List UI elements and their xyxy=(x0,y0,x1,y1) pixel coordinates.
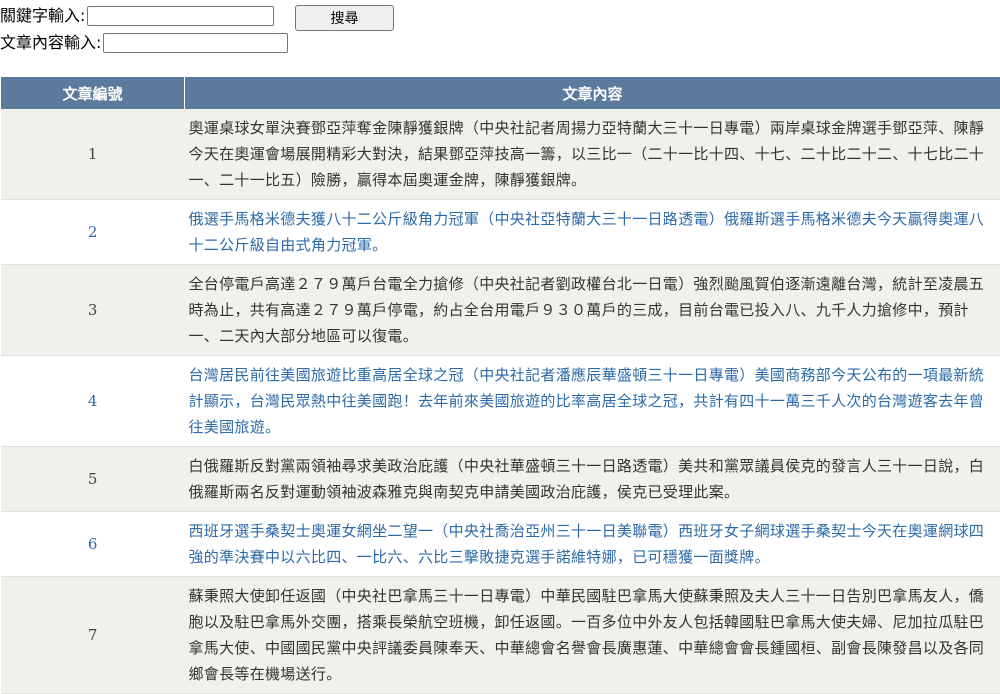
table-row: 5 白俄羅斯反對黨兩領袖尋求美政治庇護（中央社華盛頓三十一日路透電）美共和黨眾議… xyxy=(1,447,1000,512)
content-input[interactable] xyxy=(103,33,288,53)
table-row: 6 西班牙選手桑契士奧運女網坐二望一（中央社喬治亞州三十一日美聯電）西班牙女子網… xyxy=(1,512,1000,577)
article-number: 2 xyxy=(1,200,185,265)
table-row: 3 全台停電戶高達２７９萬戶台電全力搶修（中央社記者劉政權台北一日電）強烈颱風賀… xyxy=(1,265,1000,356)
keyword-input[interactable] xyxy=(87,6,274,26)
content-search-row: 文章內容輸入: xyxy=(0,33,288,53)
article-number: 5 xyxy=(1,447,185,512)
table-row: 1 奧運桌球女單決賽鄧亞萍奪金陳靜獲銀牌（中央社記者周揚力亞特蘭大三十一日專電）… xyxy=(1,109,1000,200)
article-content: 西班牙選手桑契士奧運女網坐二望一（中央社喬治亞州三十一日美聯電）西班牙女子網球選… xyxy=(185,512,1000,577)
article-content: 蘇秉照大使卸任返國（中央社巴拿馬三十一日專電）中華民國駐巴拿馬大使蘇秉照及夫人三… xyxy=(185,577,1000,694)
article-content: 台灣居民前往美國旅遊比重高居全球之冠（中央社記者潘應辰華盛頓三十一日專電）美國商… xyxy=(185,356,1000,447)
article-content: 俄選手馬格米德夫獲八十二公斤級角力冠軍（中央社亞特蘭大三十一日路透電）俄羅斯選手… xyxy=(185,200,1000,265)
table-row: 7 蘇秉照大使卸任返國（中央社巴拿馬三十一日專電）中華民國駐巴拿馬大使蘇秉照及夫… xyxy=(1,577,1000,694)
header-article-content: 文章內容 xyxy=(185,77,1000,109)
search-button[interactable]: 搜尋 xyxy=(295,5,394,31)
article-number: 6 xyxy=(1,512,185,577)
keyword-search-row: 關鍵字輸入: xyxy=(0,6,274,26)
table-row: 2 俄選手馬格米德夫獲八十二公斤級角力冠軍（中央社亞特蘭大三十一日路透電）俄羅斯… xyxy=(1,200,1000,265)
content-label: 文章內容輸入: xyxy=(0,33,101,53)
article-content: 奧運桌球女單決賽鄧亞萍奪金陳靜獲銀牌（中央社記者周揚力亞特蘭大三十一日專電）兩岸… xyxy=(185,109,1000,200)
table-row: 4 台灣居民前往美國旅遊比重高居全球之冠（中央社記者潘應辰華盛頓三十一日專電）美… xyxy=(1,356,1000,447)
article-number: 3 xyxy=(1,265,185,356)
article-content: 全台停電戶高達２７９萬戶台電全力搶修（中央社記者劉政權台北一日電）強烈颱風賀伯逐… xyxy=(185,265,1000,356)
header-article-number: 文章編號 xyxy=(1,77,185,109)
keyword-label: 關鍵字輸入: xyxy=(0,6,85,26)
article-content: 白俄羅斯反對黨兩領袖尋求美政治庇護（中央社華盛頓三十一日路透電）美共和黨眾議員侯… xyxy=(185,447,1000,512)
article-table: 文章編號 文章內容 1 奧運桌球女單決賽鄧亞萍奪金陳靜獲銀牌（中央社記者周揚力亞… xyxy=(1,77,1000,694)
article-number: 7 xyxy=(1,577,185,694)
article-number: 4 xyxy=(1,356,185,447)
article-number: 1 xyxy=(1,109,185,200)
table-header-row: 文章編號 文章內容 xyxy=(1,77,1000,109)
